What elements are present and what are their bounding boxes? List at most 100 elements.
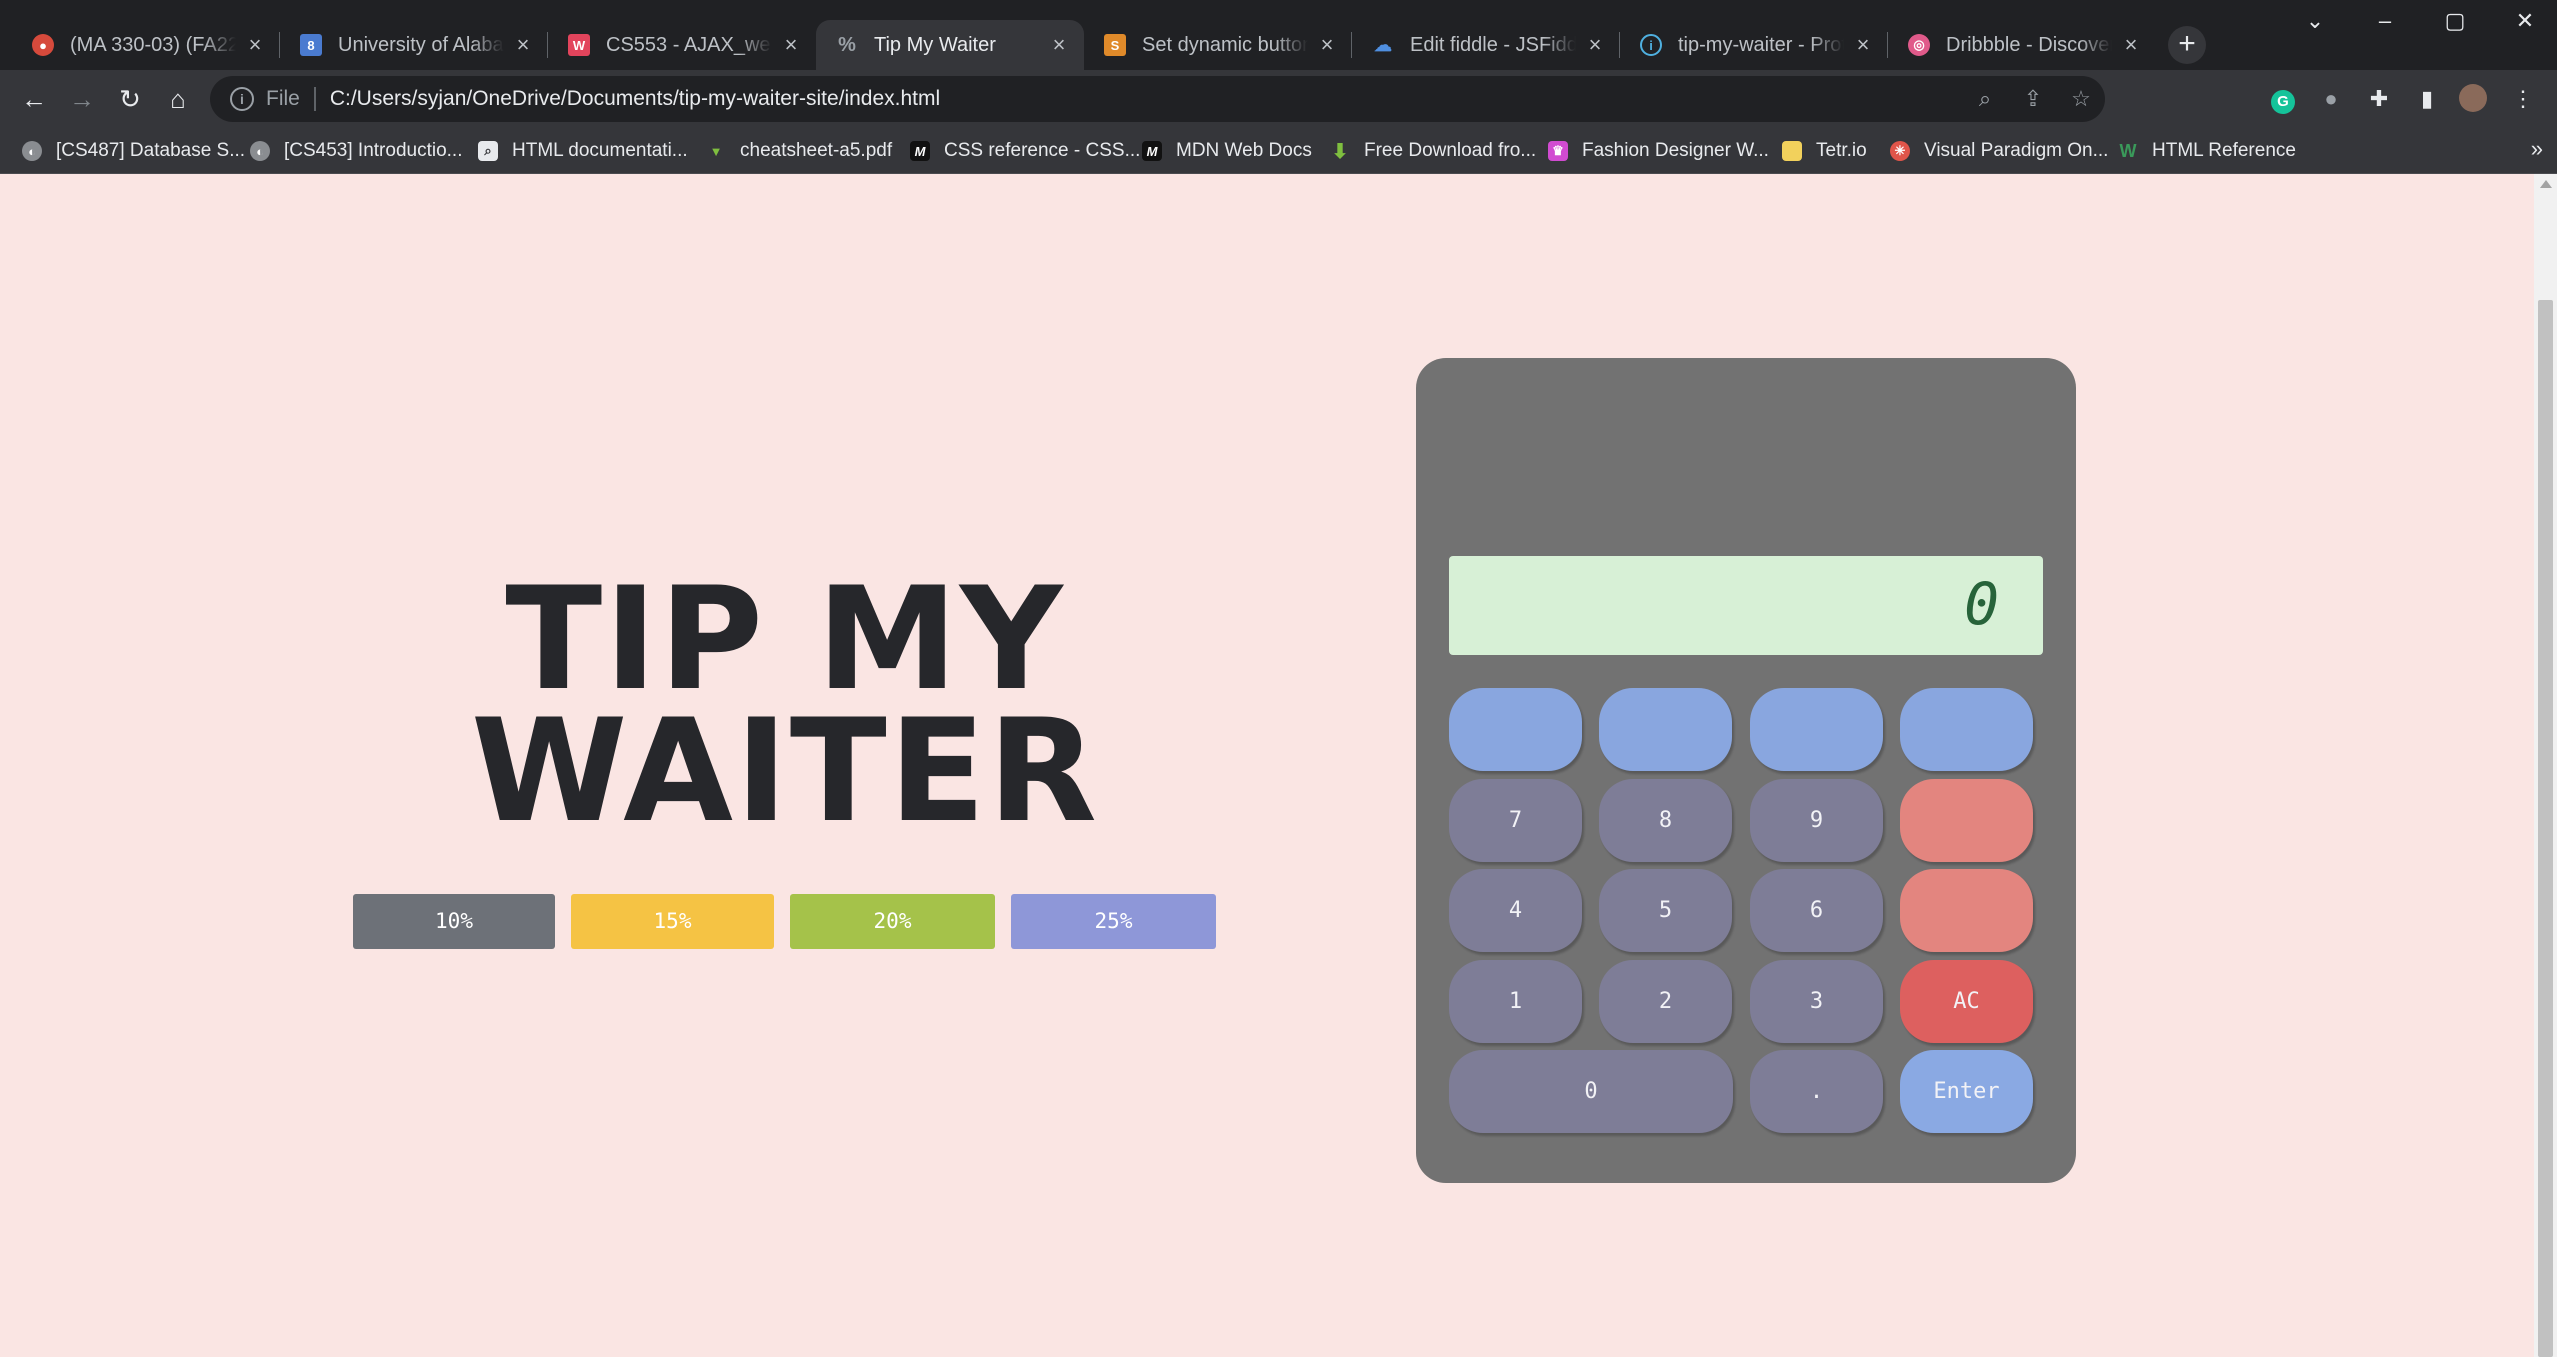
- bookmark-cheatsheet[interactable]: ▼ cheatsheet-a5.pdf: [706, 136, 893, 166]
- calc-blank-key-1[interactable]: [1449, 688, 1582, 771]
- cloud-icon: ☁: [1374, 34, 1392, 55]
- extension-icon[interactable]: ●: [2316, 84, 2346, 114]
- tip-10-button[interactable]: 10%: [353, 894, 555, 949]
- bookmark-star-icon[interactable]: ☆: [2057, 86, 2105, 112]
- close-icon[interactable]: ×: [780, 32, 802, 58]
- minimize-button[interactable]: –: [2355, 8, 2415, 34]
- tab-university-alabama[interactable]: 8 University of Alabama ×: [280, 20, 548, 70]
- bookmarks-overflow-button[interactable]: »: [2531, 136, 2543, 162]
- new-tab-button[interactable]: +: [2168, 26, 2206, 64]
- key-3[interactable]: 3: [1750, 960, 1883, 1043]
- menu-kebab-icon[interactable]: ⋮: [2508, 84, 2538, 114]
- bookmark-css-reference[interactable]: M CSS reference - CSS...: [910, 136, 1140, 166]
- tip-20-button[interactable]: 20%: [790, 894, 995, 949]
- tab-title: CS553 - AJAX_web_p: [606, 33, 772, 56]
- key-2[interactable]: 2: [1599, 960, 1732, 1043]
- key-7[interactable]: 7: [1449, 779, 1582, 862]
- forward-button[interactable]: →: [65, 82, 99, 116]
- bookmark-html-reference[interactable]: W HTML Reference: [2118, 136, 2296, 166]
- tab-tip-my-waiter[interactable]: % Tip My Waiter ×: [816, 20, 1084, 70]
- bookmark-tetrio[interactable]: Tetr.io: [1782, 136, 1867, 166]
- enter-button[interactable]: Enter: [1900, 1050, 2033, 1133]
- bookmark-label: Free Download fro...: [1364, 140, 1537, 161]
- tab-set-dynamic-button[interactable]: S Set dynamic button s ×: [1084, 20, 1352, 70]
- close-icon[interactable]: ×: [1852, 32, 1874, 58]
- key-8[interactable]: 8: [1599, 779, 1732, 862]
- bookmark-label: MDN Web Docs: [1176, 140, 1312, 161]
- w-logo-icon: W: [568, 34, 590, 56]
- key-6[interactable]: 6: [1750, 869, 1883, 952]
- calc-blank-key-6[interactable]: [1900, 869, 2033, 952]
- tab-ma330[interactable]: ● (MA 330-03) (FA22) F ×: [12, 20, 280, 70]
- tab-strip: ● (MA 330-03) (FA22) F × 8 University of…: [0, 0, 2557, 70]
- info-icon[interactable]: i: [230, 87, 254, 111]
- globe-icon: ◐: [250, 141, 270, 161]
- tab-title: Dribbble - Discover th: [1946, 33, 2112, 56]
- zoom-icon[interactable]: ⌕: [1961, 86, 2009, 112]
- key-9[interactable]: 9: [1750, 779, 1883, 862]
- key-1[interactable]: 1: [1449, 960, 1582, 1043]
- tip-15-button[interactable]: 15%: [571, 894, 774, 949]
- mdn-icon: M: [910, 141, 930, 161]
- close-icon[interactable]: ×: [244, 32, 266, 58]
- side-panel-icon[interactable]: ▮: [2412, 84, 2442, 114]
- close-icon[interactable]: ×: [2120, 32, 2142, 58]
- bookmark-label: cheatsheet-a5.pdf: [740, 140, 893, 161]
- pdf-icon: ▼: [709, 143, 723, 159]
- tab-title: University of Alabama: [338, 33, 504, 56]
- bookmark-mdn[interactable]: M MDN Web Docs: [1142, 136, 1312, 166]
- all-clear-button[interactable]: AC: [1900, 960, 2033, 1043]
- key-4[interactable]: 4: [1449, 869, 1582, 952]
- key-5[interactable]: 5: [1599, 869, 1732, 952]
- tab-title: (MA 330-03) (FA22) F: [70, 33, 236, 56]
- browser-toolbar: ← → ↻ ⌂ i File C:/Users/syjan/OneDrive/D…: [0, 70, 2557, 128]
- mdn-icon: M: [1142, 141, 1162, 161]
- close-icon[interactable]: ×: [1048, 32, 1070, 58]
- key-0[interactable]: 0: [1449, 1050, 1733, 1133]
- avatar[interactable]: [2458, 84, 2488, 114]
- tab-title: Edit fiddle - JSFiddle: [1410, 33, 1576, 56]
- folder-icon: [1782, 141, 1802, 161]
- tab-search-dropdown-icon[interactable]: ⌄: [2285, 8, 2345, 34]
- grammarly-icon[interactable]: G: [2268, 84, 2298, 114]
- window-close-button[interactable]: ✕: [2495, 8, 2555, 34]
- tab-dribbble[interactable]: ◎ Dribbble - Discover th ×: [1888, 20, 2156, 70]
- reload-button[interactable]: ↻: [113, 82, 147, 116]
- back-button[interactable]: ←: [17, 82, 51, 116]
- calc-blank-key-3[interactable]: [1750, 688, 1883, 771]
- bookmark-visual-paradigm[interactable]: ✳ Visual Paradigm On...: [1890, 136, 2108, 166]
- bookmark-label: Fashion Designer W...: [1582, 140, 1769, 161]
- key-decimal[interactable]: .: [1750, 1050, 1883, 1133]
- calc-blank-key-2[interactable]: [1599, 688, 1732, 771]
- maximize-button[interactable]: ▢: [2425, 8, 2485, 34]
- tab-cs553[interactable]: W CS553 - AJAX_web_p ×: [548, 20, 816, 70]
- url-text[interactable]: C:/Users/syjan/OneDrive/Documents/tip-my…: [330, 87, 1961, 111]
- bookmark-free-download[interactable]: ⬇ Free Download fro...: [1330, 136, 1537, 166]
- bookmark-label: [CS453] Introductio...: [284, 140, 463, 161]
- calc-blank-key-4[interactable]: [1900, 688, 2033, 771]
- tab-jsfiddle[interactable]: ☁ Edit fiddle - JSFiddle ×: [1352, 20, 1620, 70]
- bookmark-html-docs[interactable]: ⌕ HTML documentati...: [478, 136, 688, 166]
- close-icon[interactable]: ×: [1316, 32, 1338, 58]
- bookmark-fashion-designer[interactable]: ♛ Fashion Designer W...: [1548, 136, 1769, 166]
- close-icon[interactable]: ×: [512, 32, 534, 58]
- calculator: 0 7 8 9 4 5 6 1 2 3 AC 0 . Enter: [1416, 358, 2076, 1183]
- scroll-up-arrow-icon[interactable]: [2540, 180, 2552, 188]
- extensions-puzzle-icon[interactable]: ✚: [2364, 84, 2394, 114]
- url-divider: [313, 87, 316, 111]
- close-icon[interactable]: ×: [1584, 32, 1606, 58]
- home-button[interactable]: ⌂: [161, 82, 195, 116]
- bookmark-cs453[interactable]: ◐ [CS453] Introductio...: [250, 136, 463, 166]
- bookmarks-bar: ◐ [CS487] Database S... ◐ [CS453] Introduc…: [0, 128, 2557, 174]
- stackoverflow-icon: S: [1104, 34, 1126, 56]
- address-bar[interactable]: i File C:/Users/syjan/OneDrive/Documents…: [210, 76, 2105, 122]
- title-line-1: TIP MY: [505, 557, 1065, 722]
- tab-tip-my-waiter-proto[interactable]: i tip-my-waiter - Proto ×: [1620, 20, 1888, 70]
- share-icon[interactable]: ⇪: [2009, 86, 2057, 112]
- calc-blank-key-5[interactable]: [1900, 779, 2033, 862]
- scrollbar-thumb[interactable]: [2538, 300, 2553, 1357]
- page-viewport: TIP MY WAITER 10% 15% 20% 25% 0 7 8 9 4 …: [0, 174, 2534, 1357]
- bookmark-cs487[interactable]: ◐ [CS487] Database S...: [22, 136, 245, 166]
- page-scrollbar[interactable]: [2534, 174, 2557, 1357]
- tip-25-button[interactable]: 25%: [1011, 894, 1216, 949]
